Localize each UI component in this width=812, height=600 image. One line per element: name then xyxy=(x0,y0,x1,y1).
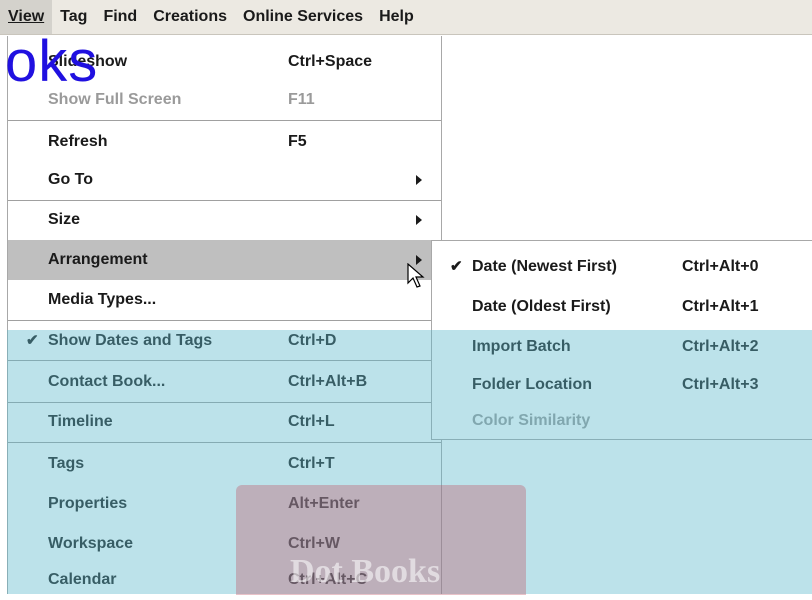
submenu-item-label: Date (Oldest First) xyxy=(472,298,611,315)
watermark-text: oks xyxy=(5,29,99,94)
menu-help[interactable]: Help xyxy=(371,0,422,34)
watermark-inner-text: Dot Books xyxy=(290,553,441,590)
menu-item-label: Arrangement xyxy=(48,251,148,268)
menu-help-label: Help xyxy=(379,8,414,25)
menu-item-label: Size xyxy=(48,211,81,228)
submenu-arrow-icon xyxy=(416,215,422,225)
submenu-arrow-icon xyxy=(416,175,422,185)
menu-item-shortcut: Ctrl+Space xyxy=(288,53,373,70)
menu-item-media-types[interactable]: Media Types... xyxy=(8,280,441,320)
menu-item-label: Media Types... xyxy=(48,291,157,308)
menu-separator xyxy=(8,120,441,121)
menu-item-shortcut: F11 xyxy=(288,91,315,108)
menu-creations-label: Creations xyxy=(153,8,227,25)
submenu-item-label: Date (Newest First) xyxy=(472,258,617,275)
menu-online-services-label: Online Services xyxy=(243,8,364,25)
menu-item-refresh[interactable]: Refresh F5 xyxy=(8,122,441,162)
submenu-item-date-oldest-first[interactable]: Date (Oldest First) Ctrl+Alt+1 xyxy=(432,287,811,327)
menu-online-services[interactable]: Online Services xyxy=(235,0,371,34)
arrow-pointer-icon xyxy=(407,263,425,288)
menu-item-size[interactable]: Size xyxy=(8,200,441,240)
checkmark-icon: ✔ xyxy=(450,258,463,275)
menu-find[interactable]: Find xyxy=(95,0,145,34)
menu-view-label: View xyxy=(8,8,45,25)
menu-creations[interactable]: Creations xyxy=(145,0,235,34)
menu-item-arrangement[interactable]: Arrangement xyxy=(8,240,441,280)
menu-item-go-to[interactable]: Go To xyxy=(8,160,441,200)
submenu-item-date-newest-first[interactable]: ✔ Date (Newest First) Ctrl+Alt+0 xyxy=(432,247,811,287)
menubar: View Tag Find Creations Online Services … xyxy=(0,0,812,35)
menu-find-label: Find xyxy=(103,8,138,25)
menu-tag-label: Tag xyxy=(60,8,88,25)
menu-item-label: Refresh xyxy=(48,133,108,150)
menu-item-shortcut: F5 xyxy=(288,133,307,150)
submenu-item-shortcut: Ctrl+Alt+0 xyxy=(682,258,759,275)
menu-item-label: Go To xyxy=(48,171,94,188)
submenu-item-shortcut: Ctrl+Alt+1 xyxy=(682,298,759,315)
